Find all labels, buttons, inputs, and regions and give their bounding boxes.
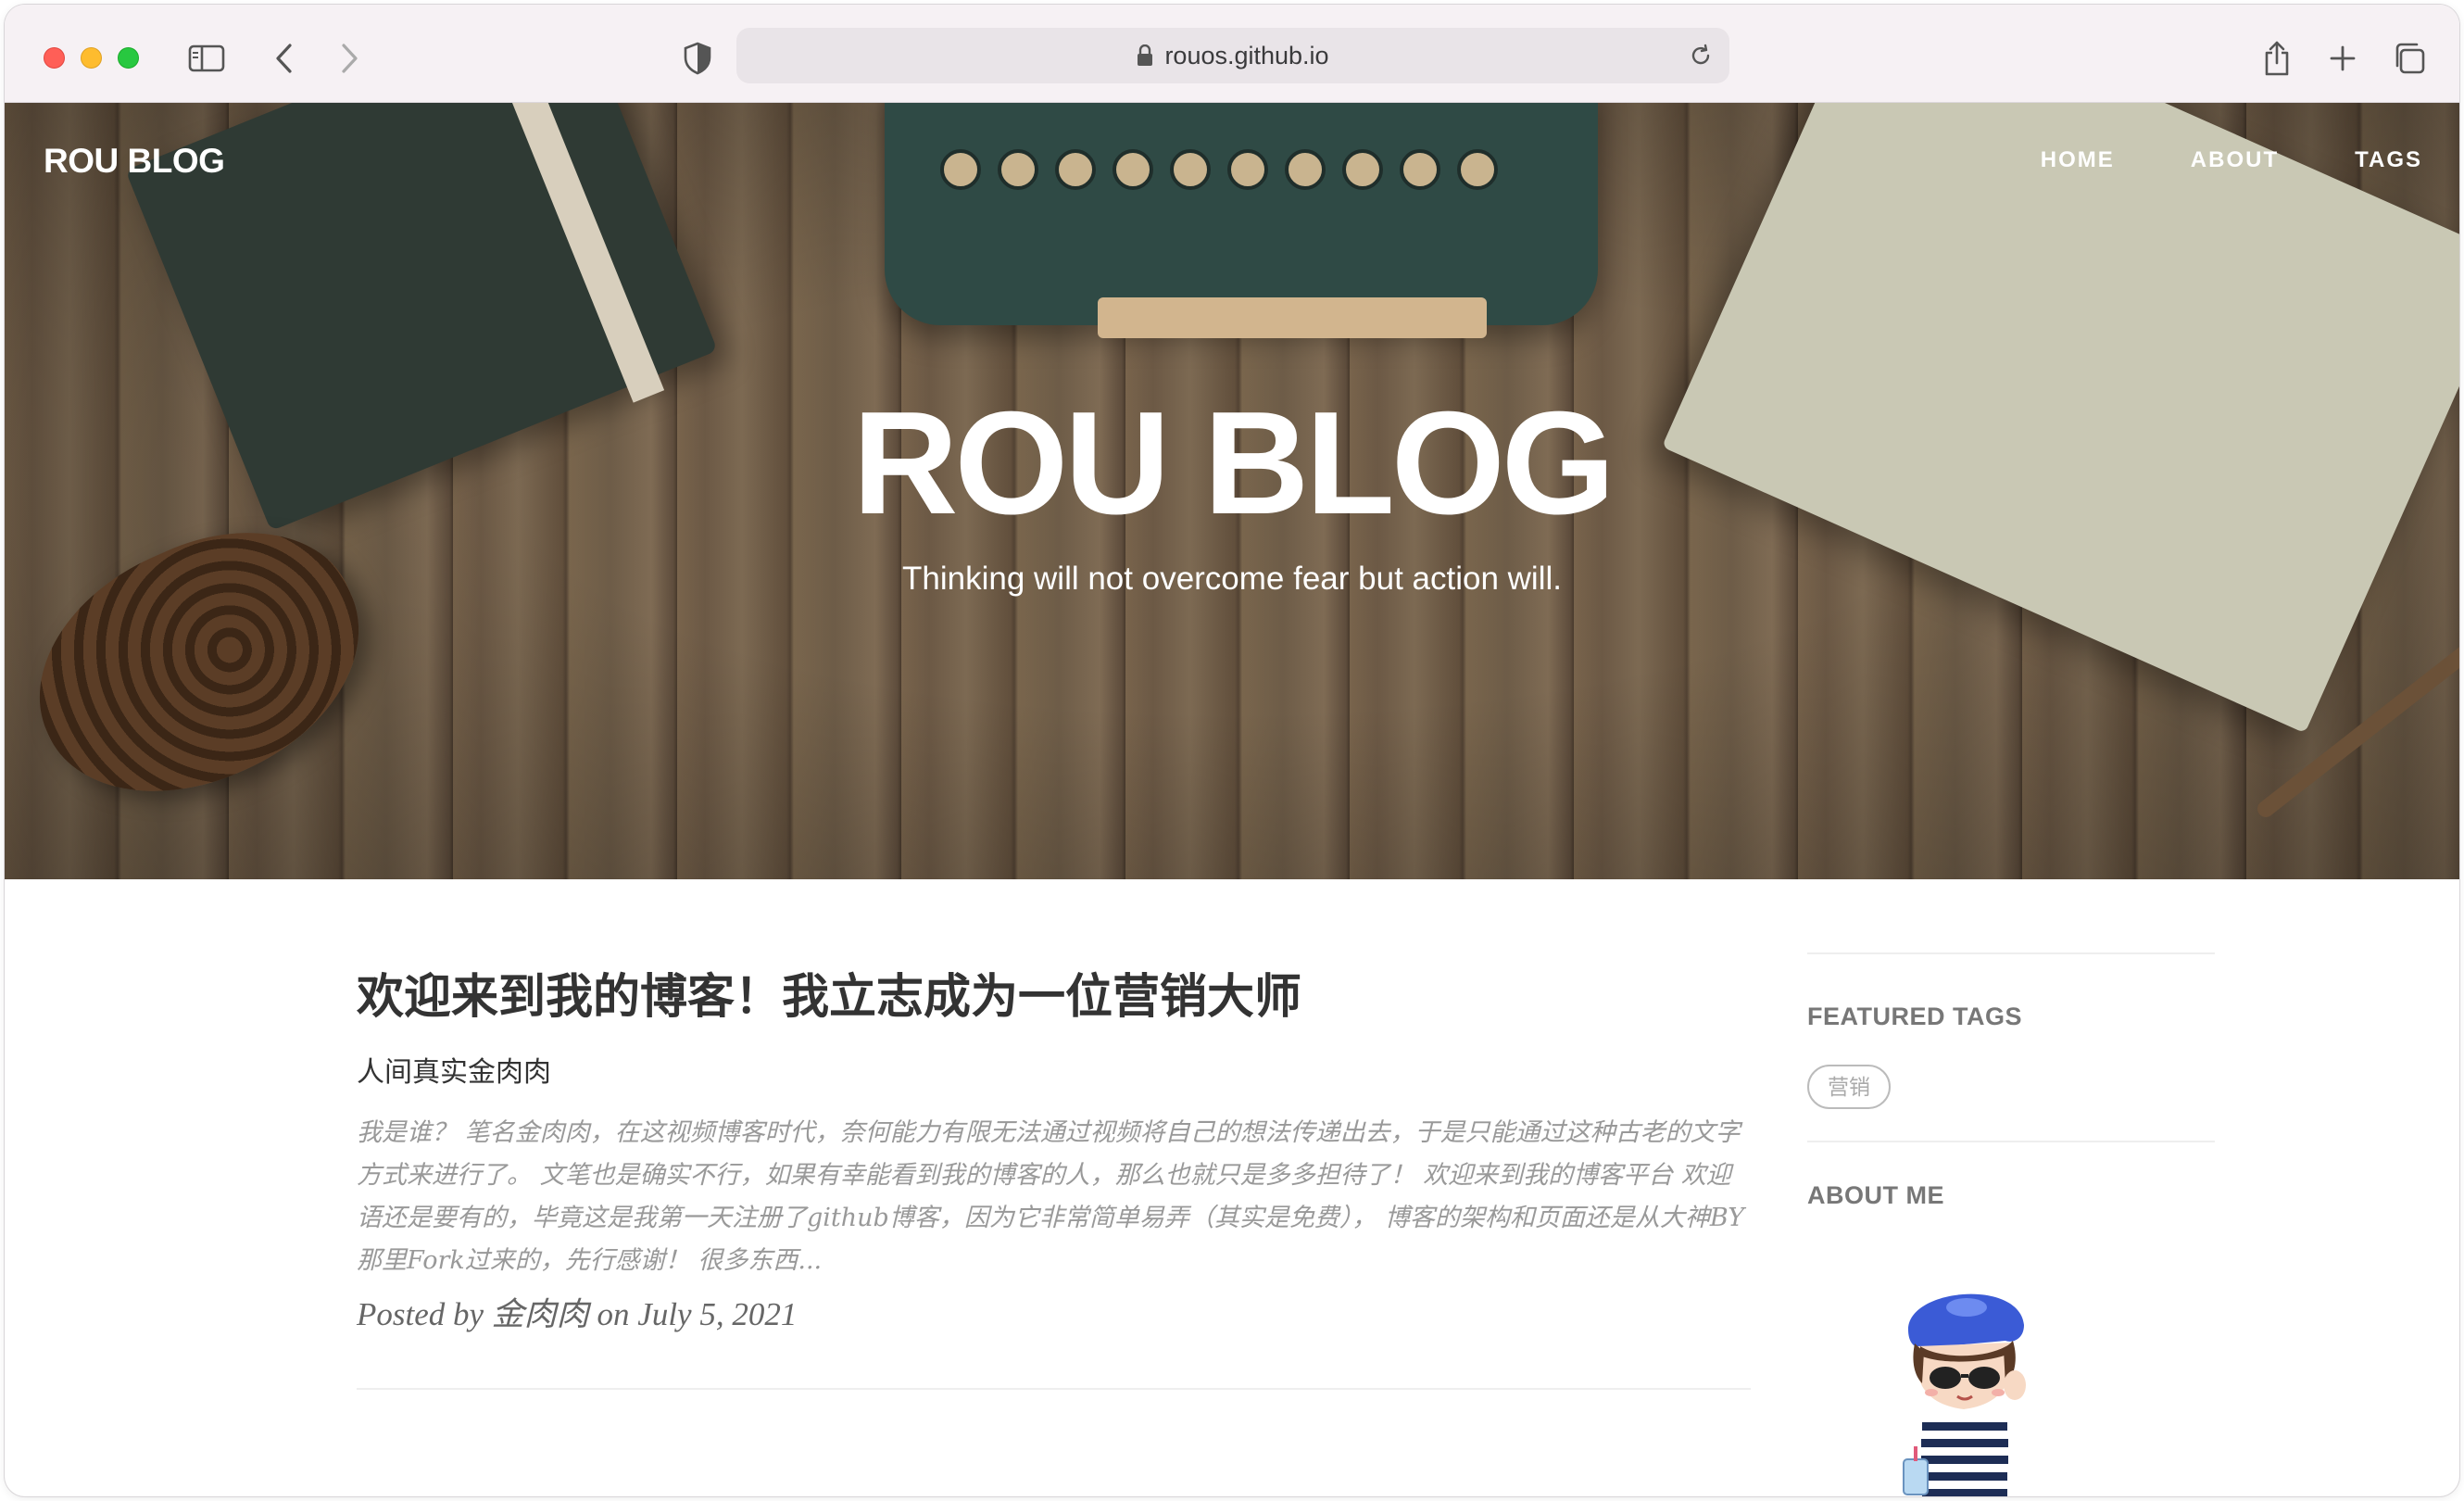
browser-window: rouos.github.io ROU BLOG HOME ABOUT TAGS…: [5, 5, 2459, 1496]
sidebar-divider: [1807, 952, 2215, 954]
featured-tags-heading: FEATURED TAGS: [1807, 1003, 2022, 1030]
privacy-shield-icon[interactable]: [672, 32, 723, 84]
zoom-window-button[interactable]: [118, 47, 139, 69]
forward-chevron-icon[interactable]: [323, 32, 375, 84]
nav-home-link[interactable]: HOME: [2041, 147, 2115, 173]
typewriter-key: [1400, 149, 1440, 190]
site-brand-link[interactable]: ROU BLOG: [44, 142, 225, 181]
hero-subtitle: Thinking will not overcome fear but acti…: [902, 561, 1562, 597]
sidebar: FEATURED TAGS 营销 ABOUT ME: [1807, 952, 2215, 1210]
typewriter-spacebar-decoration: [1098, 297, 1487, 338]
post-meta: Posted by 金肉肉 on July 5, 2021: [357, 1296, 798, 1333]
back-chevron-icon[interactable]: [258, 32, 310, 84]
nav-tags-link[interactable]: TAGS: [2355, 147, 2422, 173]
browser-toolbar: rouos.github.io: [5, 5, 2459, 103]
tab-overview-icon[interactable]: [2383, 32, 2435, 84]
typewriter-key: [1457, 149, 1498, 190]
hero-title: ROU BLOG: [852, 382, 1615, 545]
post-excerpt: 我是谁？ 笔名金肉肉，在这视频博客时代，奈何能力有限无法通过视频将自己的想法传递…: [357, 1118, 1745, 1276]
minimize-window-button[interactable]: [81, 47, 102, 69]
typewriter-keys-decoration: [940, 149, 1542, 205]
typewriter-key: [940, 149, 981, 190]
post-subtitle: 人间真实金肉肉: [357, 1057, 551, 1089]
share-icon[interactable]: [2251, 32, 2303, 84]
reload-icon[interactable]: [1689, 44, 1713, 72]
typewriter-image-decoration: [885, 103, 1598, 325]
about-me-heading: ABOUT ME: [1807, 1181, 1944, 1209]
typewriter-key: [1227, 149, 1268, 190]
new-tab-plus-icon[interactable]: [2317, 32, 2369, 84]
sidebar-divider: [1807, 1141, 2215, 1142]
close-window-button[interactable]: [44, 47, 65, 69]
address-bar[interactable]: rouos.github.io: [736, 28, 1729, 83]
nav-about-link[interactable]: ABOUT: [2191, 147, 2279, 173]
pinecone-image-decoration: [5, 489, 399, 838]
typewriter-key: [1170, 149, 1211, 190]
typewriter-key: [1285, 149, 1326, 190]
typewriter-key: [998, 149, 1038, 190]
tag-marketing[interactable]: 营销: [1807, 1065, 1891, 1109]
hero-banner: ROU BLOG HOME ABOUT TAGS ROU BLOG Thinki…: [5, 103, 2459, 879]
typewriter-key: [1113, 149, 1153, 190]
site-nav: HOME ABOUT TAGS: [2041, 147, 2422, 173]
typewriter-key: [1055, 149, 1096, 190]
typewriter-key: [1342, 149, 1383, 190]
url-text: rouos.github.io: [1164, 42, 1329, 69]
sidebar-toggle-icon[interactable]: [181, 32, 233, 84]
post-divider: [357, 1388, 1751, 1390]
post-title-link[interactable]: 欢迎来到我的博客！我立志成为一位营销大师: [357, 968, 1751, 1025]
avatar: [1903, 1293, 2026, 1496]
post-preview[interactable]: 欢迎来到我的博客！我立志成为一位营销大师 人间真实金肉肉 我是谁？ 笔名金肉肉，…: [357, 968, 1751, 1335]
